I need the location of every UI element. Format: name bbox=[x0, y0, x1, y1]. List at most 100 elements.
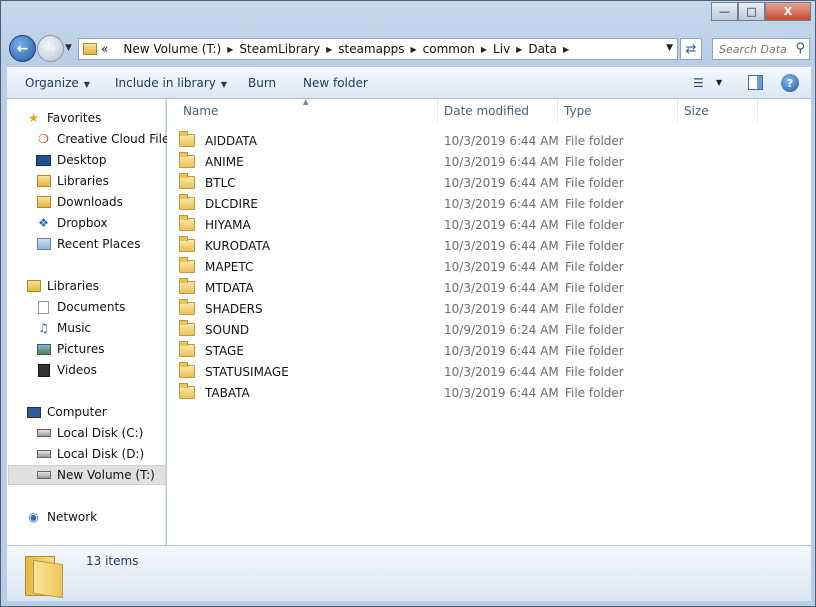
hard-drive-icon bbox=[36, 468, 51, 482]
minimize-button[interactable]: — bbox=[711, 2, 738, 21]
organize-label: Organize bbox=[25, 76, 79, 90]
sidebar-network[interactable]: ◉ Network bbox=[26, 507, 184, 527]
file-type: File folder bbox=[565, 154, 624, 169]
table-row[interactable]: STATUSIMAGE 10/3/2019 6:44 AM File folder bbox=[179, 361, 779, 382]
table-row[interactable]: SOUND 10/9/2019 6:24 AM File folder bbox=[179, 319, 779, 340]
table-row[interactable]: MAPETC 10/3/2019 6:44 AM File folder bbox=[179, 256, 779, 277]
breadcrumb-separator-icon[interactable]: ▶ bbox=[481, 45, 487, 54]
file-name: DLCDIRE bbox=[205, 196, 259, 211]
breadcrumb-separator-icon[interactable]: ▶ bbox=[326, 45, 332, 54]
sidebar-item-label: New Volume (T:) bbox=[57, 468, 155, 482]
breadcrumb-overflow[interactable]: « bbox=[101, 42, 108, 56]
table-row[interactable]: SHADERS 10/3/2019 6:44 AM File folder bbox=[179, 298, 779, 319]
breadcrumb-item[interactable]: Liv bbox=[493, 42, 510, 56]
back-button[interactable]: ← bbox=[9, 35, 36, 62]
folder-icon bbox=[179, 194, 195, 210]
sidebar-favorites[interactable]: ★ Favorites bbox=[26, 108, 184, 128]
table-row[interactable]: HIYAMA 10/3/2019 6:44 AM File folder bbox=[179, 214, 779, 235]
table-row[interactable]: ANIME 10/3/2019 6:44 AM File folder bbox=[179, 151, 779, 172]
file-date: 10/3/2019 6:44 AM bbox=[444, 301, 559, 316]
sidebar-item-label: Documents bbox=[57, 300, 126, 314]
table-row[interactable]: KURODATA 10/3/2019 6:44 AM File folder bbox=[179, 235, 779, 256]
sidebar-item-label: Downloads bbox=[57, 195, 123, 209]
preview-pane-icon[interactable] bbox=[748, 75, 763, 90]
table-row[interactable]: BTLC 10/3/2019 6:44 AM File folder bbox=[179, 172, 779, 193]
star-icon: ★ bbox=[28, 111, 39, 125]
folder-icon bbox=[179, 299, 195, 315]
column-header-type[interactable]: Type bbox=[558, 99, 678, 123]
file-type: File folder bbox=[565, 259, 624, 274]
recent-pages-dropdown[interactable]: ▼ bbox=[65, 43, 72, 53]
folder-icon bbox=[179, 320, 195, 336]
column-header-name[interactable]: Name bbox=[177, 99, 438, 123]
documents-icon bbox=[36, 300, 51, 314]
table-row[interactable]: DLCDIRE 10/3/2019 6:44 AM File folder bbox=[179, 193, 779, 214]
file-type: File folder bbox=[565, 322, 624, 337]
table-row[interactable]: STAGE 10/3/2019 6:44 AM File folder bbox=[179, 340, 779, 361]
chevron-down-icon: ▼ bbox=[220, 80, 228, 89]
command-bar: Organize ▼ Include in library ▼ Burn New f… bbox=[7, 67, 811, 99]
sidebar-item-label: Local Disk (C:) bbox=[57, 426, 144, 440]
new-folder-button[interactable]: New folder bbox=[303, 76, 368, 90]
file-name: KURODATA bbox=[205, 238, 271, 253]
close-button[interactable]: X bbox=[765, 2, 811, 21]
sidebar-item-new-volume-t[interactable]: New Volume (T:) bbox=[8, 465, 166, 485]
include-in-library-button[interactable]: Include in library ▼ bbox=[115, 76, 227, 90]
chevron-down-icon: ▼ bbox=[83, 80, 90, 89]
arrow-left-icon: ← bbox=[16, 40, 29, 57]
sidebar-item-label: Creative Cloud Files bbox=[57, 132, 176, 146]
table-row[interactable]: TABATA 10/3/2019 6:44 AM File folder bbox=[179, 382, 779, 403]
column-header-size[interactable]: Size bbox=[678, 99, 758, 123]
navigation-pane: ★ Favorites ❍ Creative Cloud Files Desktop… bbox=[7, 99, 176, 545]
pictures-icon bbox=[36, 342, 51, 356]
breadcrumb-separator-icon[interactable]: ▶ bbox=[227, 45, 233, 54]
search-box[interactable]: ⚲ bbox=[712, 38, 810, 60]
file-name: HIYAMA bbox=[205, 217, 251, 232]
libraries-icon bbox=[36, 174, 51, 188]
videos-icon bbox=[36, 363, 51, 377]
breadcrumb-separator-icon[interactable]: ▶ bbox=[410, 45, 416, 54]
file-date: 10/3/2019 6:44 AM bbox=[444, 217, 559, 232]
sidebar-header-label: Favorites bbox=[47, 111, 102, 125]
search-icon[interactable]: ⚲ bbox=[795, 41, 805, 56]
hard-drive-icon bbox=[36, 447, 51, 461]
sidebar-libraries[interactable]: Libraries bbox=[26, 276, 184, 296]
recent-places-icon bbox=[36, 237, 51, 251]
forward-button[interactable]: → bbox=[37, 35, 64, 62]
refresh-button[interactable]: ⇄ bbox=[680, 38, 702, 60]
folder-icon bbox=[83, 43, 97, 55]
folder-icon bbox=[25, 552, 65, 599]
address-history-dropdown[interactable]: ▼ bbox=[666, 43, 673, 53]
breadcrumb-item[interactable]: common bbox=[423, 42, 475, 56]
breadcrumb-item[interactable]: steamapps bbox=[338, 42, 404, 56]
sidebar-item-label: Libraries bbox=[57, 174, 109, 188]
chevron-down-icon[interactable]: ▼ bbox=[716, 78, 722, 87]
table-row[interactable]: MTDATA 10/3/2019 6:44 AM File folder bbox=[179, 277, 779, 298]
organize-button[interactable]: Organize ▼ bbox=[25, 76, 90, 90]
search-input[interactable] bbox=[719, 42, 791, 56]
table-row[interactable]: AIDDATA 10/3/2019 6:44 AM File folder bbox=[179, 130, 779, 151]
change-view-icon[interactable]: ☰ bbox=[693, 76, 704, 90]
breadcrumb-item[interactable]: Data bbox=[528, 42, 557, 56]
breadcrumb-separator-icon[interactable]: ▶ bbox=[563, 45, 569, 54]
file-type: File folder bbox=[565, 385, 624, 400]
file-type: File folder bbox=[565, 238, 624, 253]
breadcrumb-item[interactable]: SteamLibrary bbox=[239, 42, 320, 56]
sidebar-computer[interactable]: Computer bbox=[26, 402, 184, 422]
address-bar[interactable]: « New Volume (T:) ▶ SteamLibrary ▶ steamap… bbox=[78, 38, 678, 60]
file-date: 10/3/2019 6:44 AM bbox=[444, 343, 559, 358]
refresh-icon: ⇄ bbox=[685, 41, 697, 57]
sidebar-header-label: Computer bbox=[47, 405, 107, 419]
file-type: File folder bbox=[565, 175, 624, 190]
breadcrumb-item[interactable]: New Volume (T:) bbox=[123, 42, 221, 56]
hard-drive-icon bbox=[36, 426, 51, 440]
sidebar-item-label: Music bbox=[57, 321, 92, 335]
maximize-button[interactable]: □ bbox=[738, 2, 765, 21]
help-icon[interactable]: ? bbox=[781, 74, 799, 92]
breadcrumb-separator-icon[interactable]: ▶ bbox=[516, 45, 522, 54]
file-name: STATUSIMAGE bbox=[205, 364, 289, 379]
column-header-date-modified[interactable]: Date modified bbox=[438, 99, 558, 123]
file-name: MTDATA bbox=[205, 280, 254, 295]
burn-button[interactable]: Burn bbox=[248, 76, 276, 90]
file-type: File folder bbox=[565, 280, 624, 295]
